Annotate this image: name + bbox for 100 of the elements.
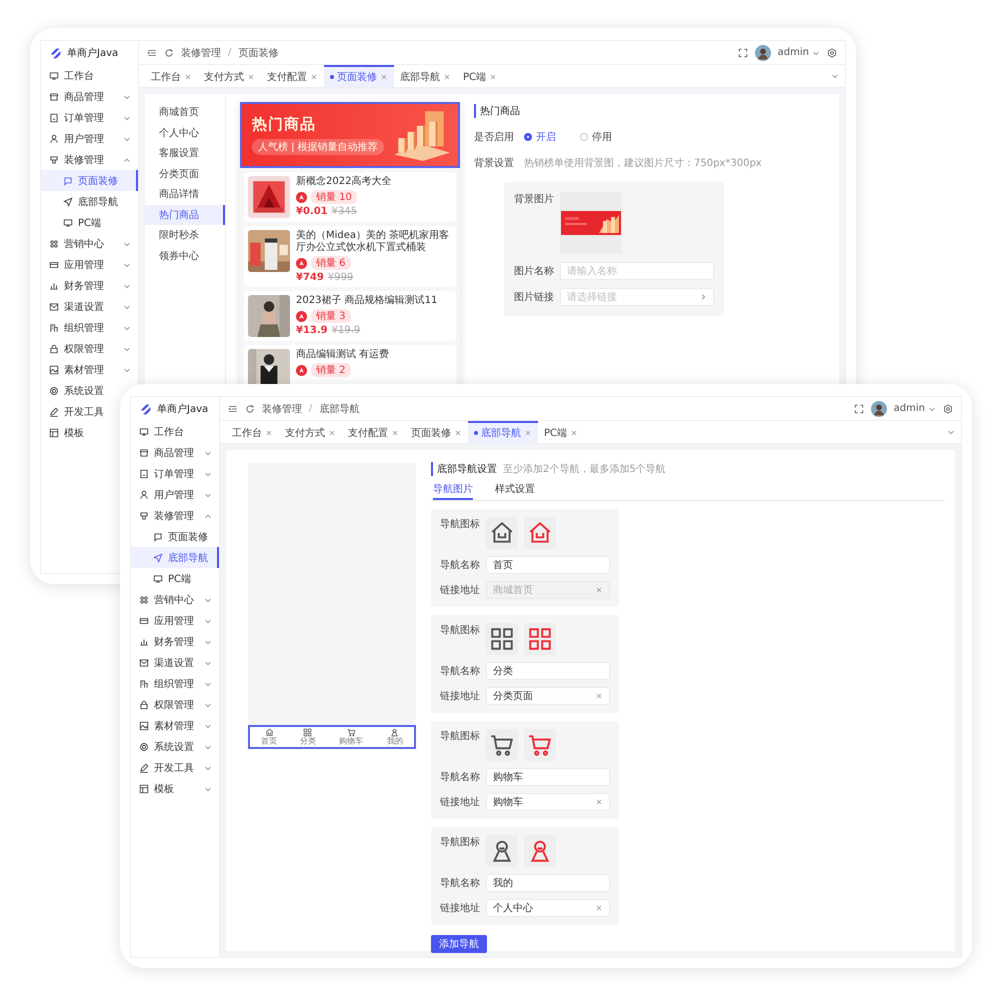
- sidebar-item[interactable]: 渠道设置: [131, 652, 219, 673]
- sidebar-item[interactable]: 工作台: [41, 65, 101, 86]
- menu-icon[interactable]: [147, 48, 157, 58]
- sidebar-subitem[interactable]: 页面装修: [131, 526, 219, 547]
- product-card[interactable]: 商品编辑测试 有运费 销量 2: [244, 345, 456, 386]
- close-icon[interactable]: [265, 429, 273, 437]
- page-menu-item[interactable]: 领券中心: [145, 246, 225, 266]
- sidebar-item[interactable]: 用户管理: [131, 484, 219, 505]
- icon-tile[interactable]: [486, 835, 518, 867]
- add-nav-button[interactable]: 添加导航: [431, 935, 487, 953]
- page-tab[interactable]: 支付配置: [342, 421, 405, 443]
- page-menu-item[interactable]: 热门商品: [145, 204, 225, 225]
- nav-name-input[interactable]: 分类: [486, 662, 610, 680]
- icon-tile[interactable]: [524, 835, 556, 867]
- icon-tile[interactable]: [524, 517, 556, 549]
- page-tab[interactable]: 支付配置: [261, 65, 324, 87]
- page-tab[interactable]: 支付方式: [198, 65, 261, 87]
- product-card[interactable]: 新概念2022高考大全 销量 10 ¥0.01 ¥345: [244, 172, 456, 222]
- close-icon[interactable]: [443, 73, 451, 81]
- bottom-nav-bar[interactable]: 首页 分类 购物车 我的: [248, 725, 416, 749]
- menu-icon[interactable]: [228, 404, 238, 414]
- link-select[interactable]: 购物车: [486, 793, 610, 811]
- page-tab[interactable]: 支付方式: [279, 421, 342, 443]
- breadcrumb-item[interactable]: 装修管理: [181, 46, 221, 60]
- promo-banner[interactable]: 热门商品 人气榜 | 根据销量自动推荐: [240, 102, 460, 168]
- icon-tile[interactable]: [486, 517, 518, 549]
- sidebar-item[interactable]: 财务管理: [41, 275, 138, 296]
- sidebar-item[interactable]: 营销中心: [41, 233, 138, 254]
- close-icon[interactable]: [391, 429, 399, 437]
- sidebar-item[interactable]: 素材管理: [41, 359, 138, 380]
- page-tab[interactable]: 工作台: [226, 421, 279, 443]
- icon-tile[interactable]: [486, 623, 518, 655]
- sidebar-subitem[interactable]: 底部导航: [131, 547, 219, 568]
- nav-name-input[interactable]: 首页: [486, 556, 610, 574]
- page-menu-item[interactable]: 分类页面: [145, 164, 225, 184]
- product-card[interactable]: 2023裙子 商品规格编辑测试11 销量 3 ¥13.9 ¥19.9: [244, 291, 456, 341]
- fullscreen-icon[interactable]: [738, 48, 748, 58]
- icon-tile[interactable]: [486, 729, 518, 761]
- sidebar-item[interactable]: 组织管理: [41, 317, 138, 338]
- user-name[interactable]: admin: [894, 403, 925, 414]
- page-menu-item[interactable]: 限时秒杀: [145, 225, 225, 246]
- page-tab[interactable]: 底部导航: [468, 421, 538, 443]
- sidebar-item[interactable]: 权限管理: [41, 338, 138, 359]
- settings-icon[interactable]: [943, 404, 953, 414]
- sidebar-item[interactable]: 权限管理: [131, 694, 219, 715]
- page-menu-item[interactable]: 商品详情: [145, 184, 225, 204]
- chevron-down-icon[interactable]: [831, 72, 839, 80]
- close-icon[interactable]: [247, 73, 255, 81]
- icon-tile[interactable]: [524, 623, 556, 655]
- product-card[interactable]: 美的（Midea）美的 茶吧机家用客厅办公立式饮水机下置式桶装 销量 6 ¥749 ¥999: [244, 226, 456, 287]
- page-menu-item[interactable]: 商城首页: [145, 102, 225, 122]
- image-upload-area[interactable]: [560, 192, 622, 254]
- avatar[interactable]: [870, 400, 887, 416]
- refresh-icon[interactable]: [245, 404, 255, 414]
- settings-icon[interactable]: [827, 48, 837, 58]
- user-icon[interactable]: [390, 728, 400, 736]
- nav-label[interactable]: 我的: [386, 738, 403, 746]
- sidebar-item[interactable]: 应用管理: [41, 254, 138, 275]
- sidebar-item[interactable]: 开发工具: [131, 757, 219, 778]
- sidebar-subitem[interactable]: 底部导航: [41, 191, 138, 212]
- avatar[interactable]: [754, 44, 771, 60]
- chevron-down-icon[interactable]: [947, 428, 955, 436]
- radio-option[interactable]: 停用: [580, 130, 612, 144]
- sidebar-item[interactable]: 商品管理: [131, 442, 219, 463]
- clear-icon[interactable]: [595, 798, 603, 806]
- sidebar-subitem[interactable]: 页面装修: [41, 170, 138, 191]
- page-menu-item[interactable]: 客服设置: [145, 143, 225, 164]
- sidebar-item[interactable]: 模板: [131, 778, 219, 799]
- sidebar-item[interactable]: 工作台: [131, 421, 191, 442]
- grid-icon[interactable]: [303, 728, 312, 736]
- nav-label[interactable]: 购物车: [339, 738, 364, 746]
- sidebar-item[interactable]: 系统设置: [131, 736, 219, 757]
- page-tab[interactable]: PC端: [538, 421, 584, 443]
- page-menu-item[interactable]: 个人中心: [145, 122, 225, 143]
- sidebar-item[interactable]: 装修管理: [131, 505, 219, 526]
- icon-tile[interactable]: [524, 729, 556, 761]
- close-icon[interactable]: [184, 73, 192, 81]
- clear-icon[interactable]: [595, 904, 603, 912]
- settings-tab[interactable]: 样式设置: [495, 480, 535, 500]
- link-select[interactable]: 分类页面: [486, 687, 610, 705]
- name-input[interactable]: 请输入名称: [560, 262, 714, 280]
- page-tab[interactable]: PC端: [457, 65, 504, 87]
- close-icon[interactable]: [380, 73, 388, 81]
- nav-label[interactable]: 分类: [300, 738, 316, 746]
- nav-name-input[interactable]: 购物车: [486, 768, 610, 786]
- link-select[interactable]: 个人中心: [486, 899, 610, 917]
- fullscreen-icon[interactable]: [854, 404, 864, 414]
- sidebar-item[interactable]: 商品管理: [41, 86, 138, 107]
- refresh-icon[interactable]: [164, 48, 174, 58]
- close-icon[interactable]: [524, 429, 532, 437]
- cart-icon[interactable]: [346, 728, 356, 736]
- radio-option[interactable]: 开启: [524, 130, 556, 144]
- sidebar-item[interactable]: 素材管理: [131, 715, 219, 736]
- sidebar-subitem[interactable]: PC端: [131, 568, 219, 589]
- close-icon[interactable]: [489, 73, 498, 81]
- page-tab[interactable]: 页面装修: [324, 65, 394, 87]
- home-icon[interactable]: [264, 728, 274, 736]
- breadcrumb-item[interactable]: 装修管理: [262, 402, 302, 416]
- sidebar-item[interactable]: 渠道设置: [41, 296, 138, 317]
- sidebar-item[interactable]: 财务管理: [131, 631, 219, 652]
